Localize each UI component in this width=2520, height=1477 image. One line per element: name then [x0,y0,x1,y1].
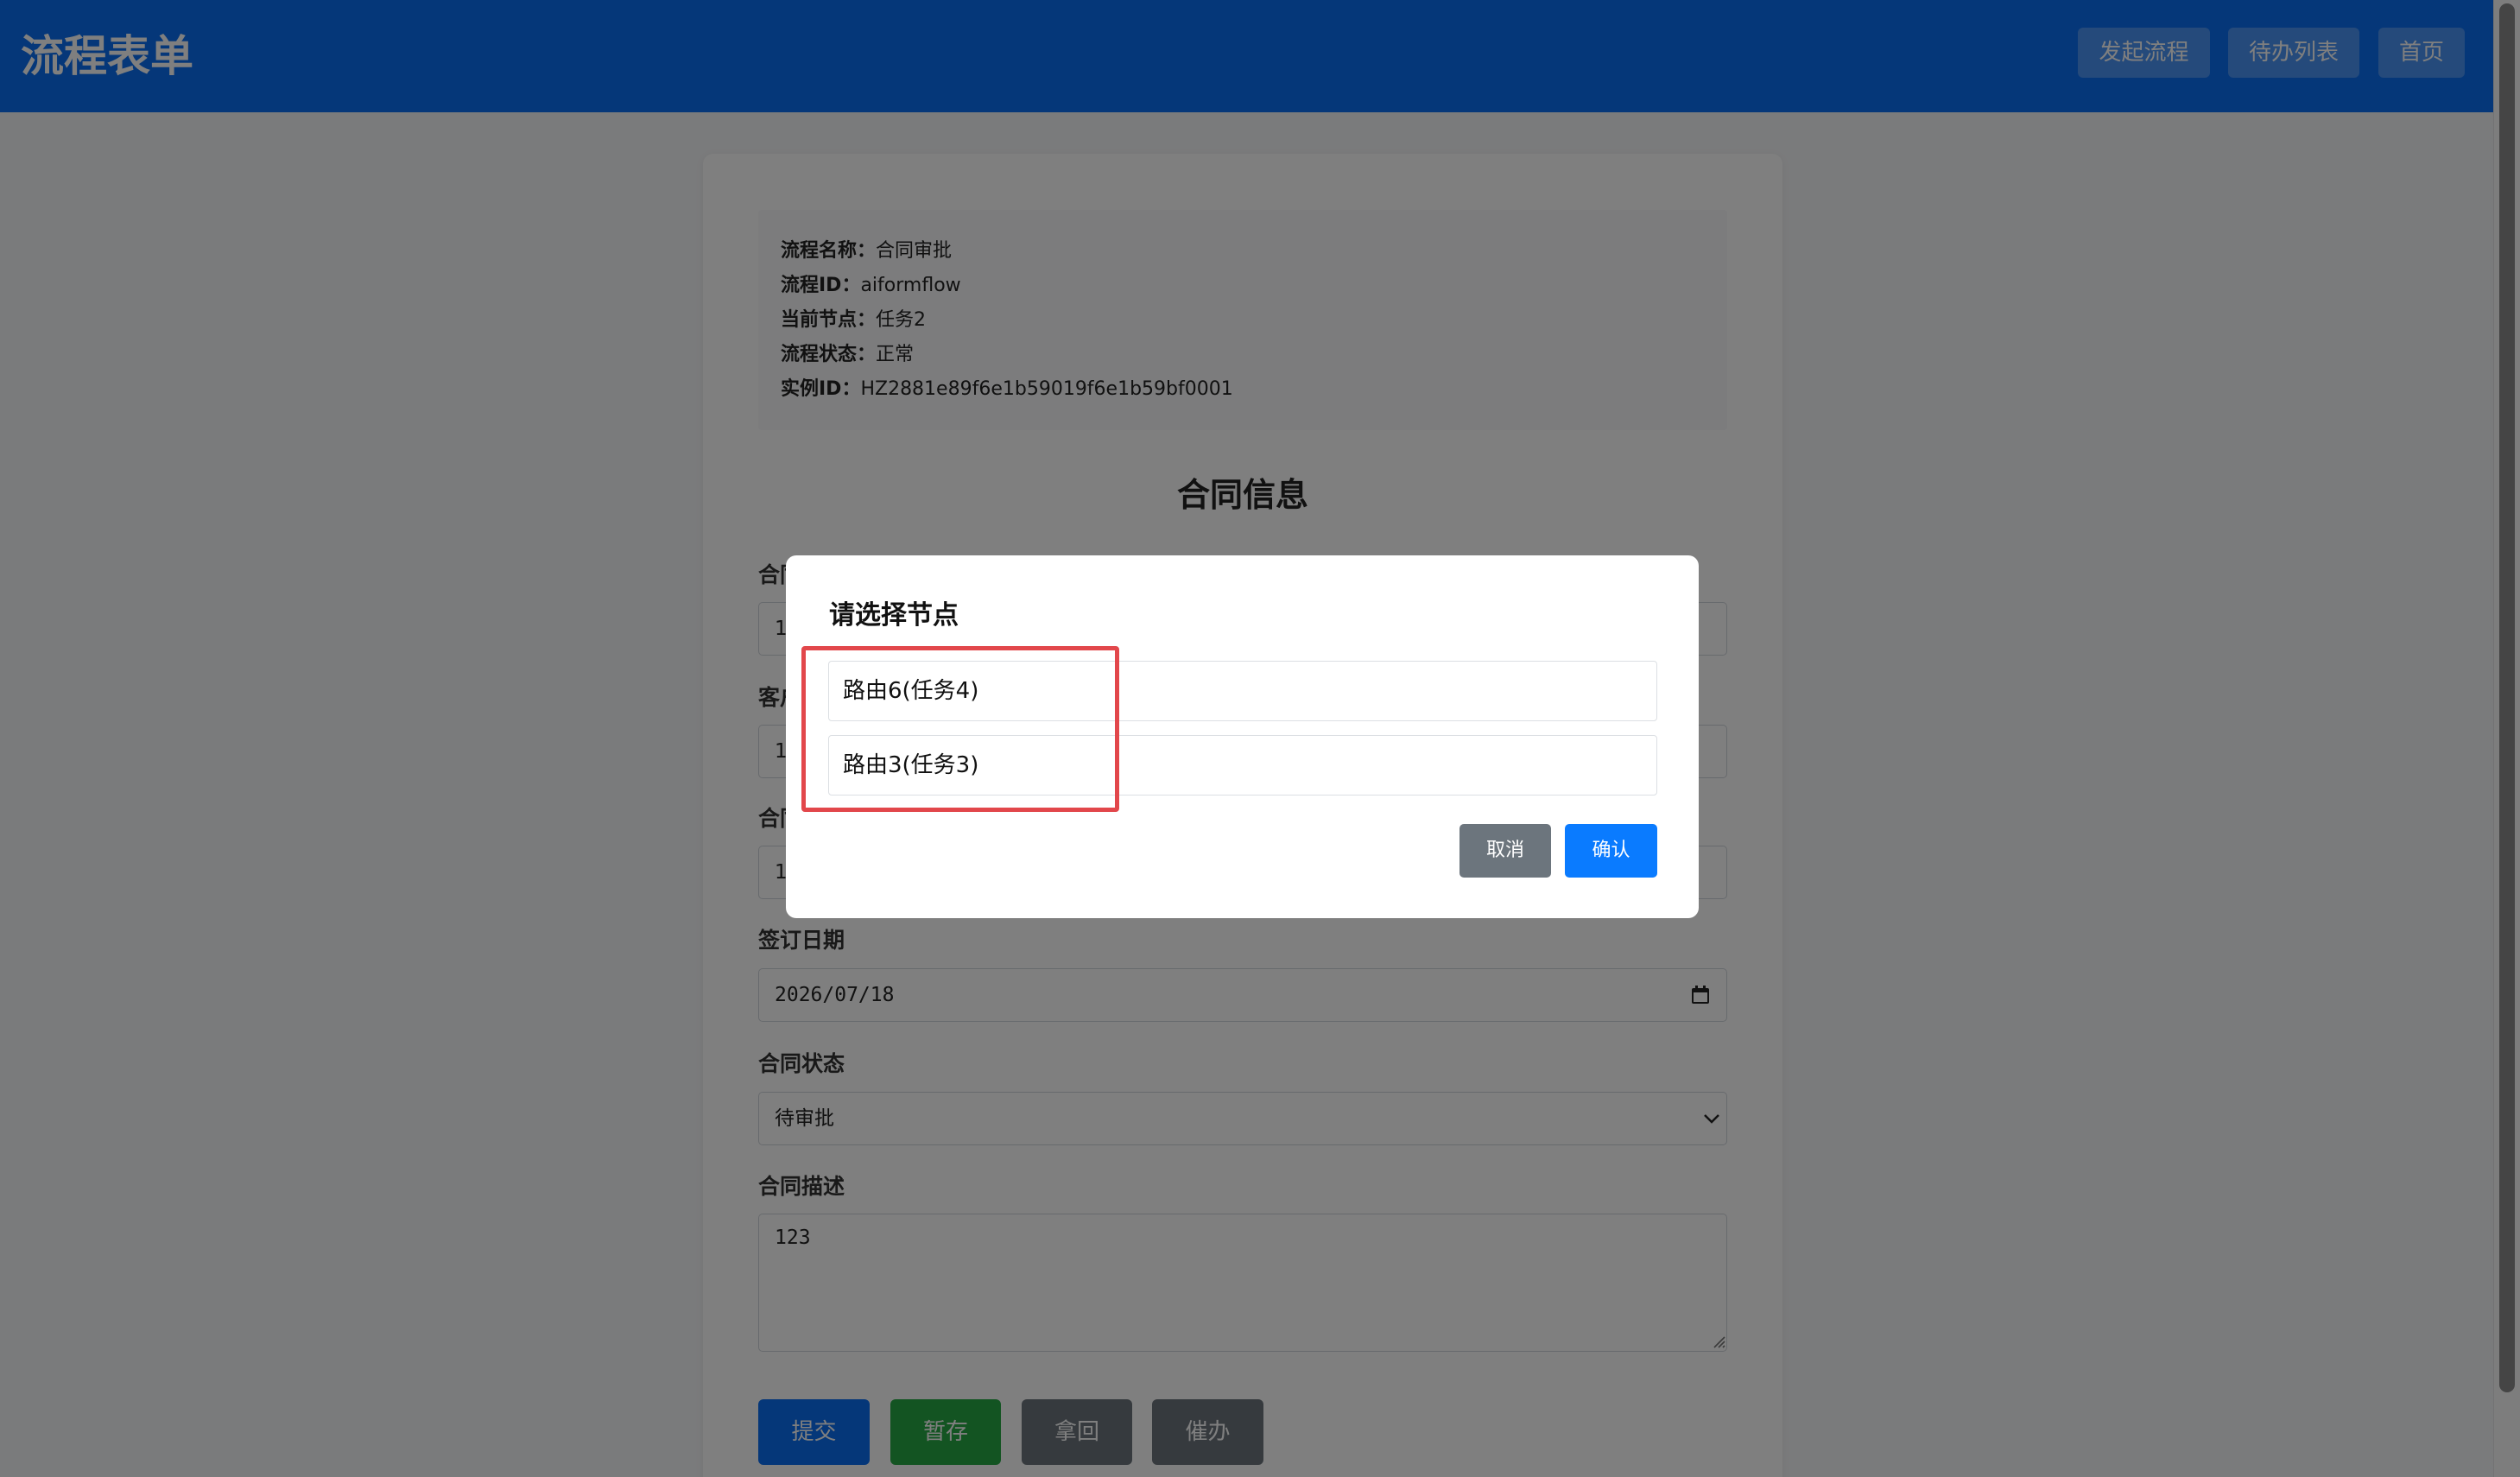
cancel-button[interactable]: 取消 [1459,824,1551,878]
confirm-button[interactable]: 确认 [1565,824,1657,878]
highlight-annotation-box [801,646,1119,812]
dialog-title: 请选择节点 [829,600,959,631]
